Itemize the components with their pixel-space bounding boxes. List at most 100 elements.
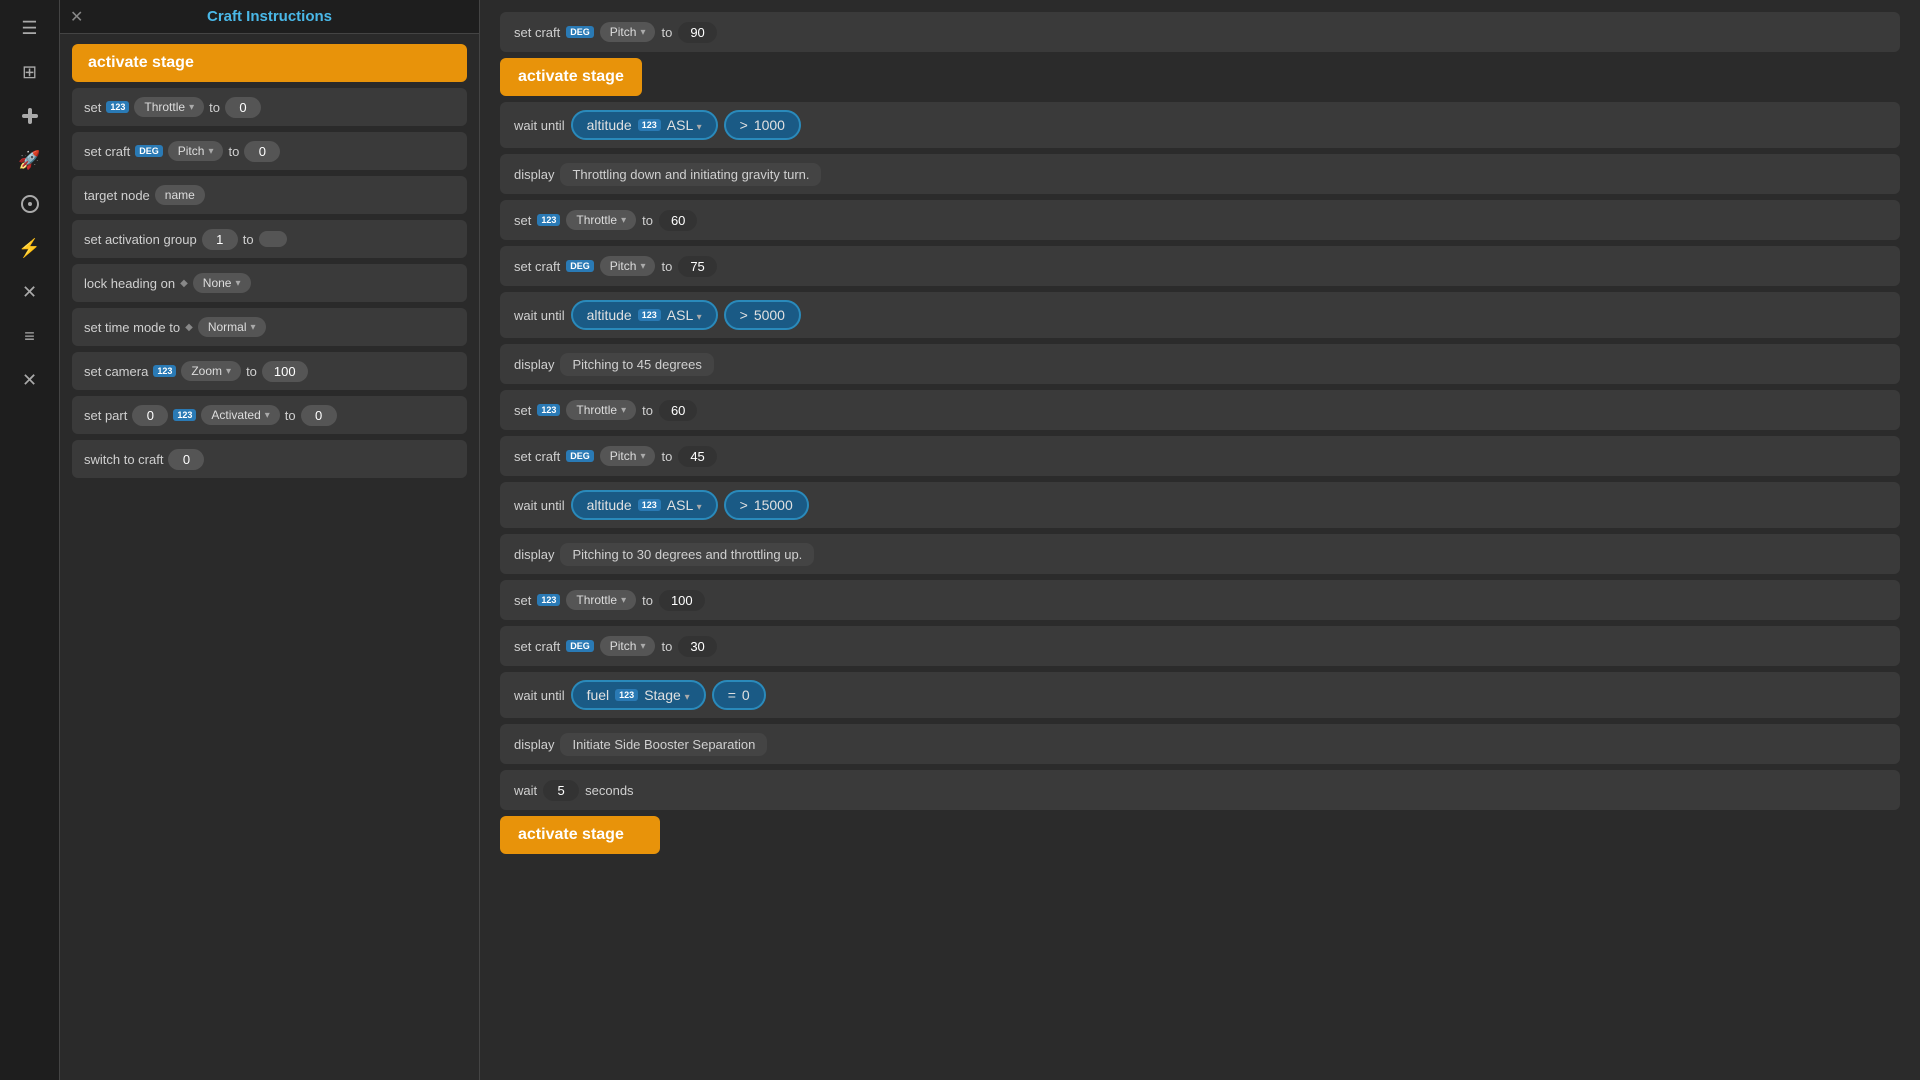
part-to: to xyxy=(285,408,296,423)
m-throttle-val2[interactable]: 60 xyxy=(659,400,697,421)
sidebar-menu-icon[interactable]: ☰ xyxy=(10,8,50,48)
activate-stage-label-main2: activate stage xyxy=(518,826,624,843)
close-button[interactable]: ✕ xyxy=(70,7,83,27)
none-pill[interactable]: None ▾ xyxy=(193,273,251,293)
m-pitch-val4[interactable]: 30 xyxy=(678,636,716,657)
m-to5: to xyxy=(661,449,672,464)
m-wait-value[interactable]: 5 xyxy=(543,780,579,801)
m-pitch-pill3[interactable]: Pitch ▾ xyxy=(600,446,656,466)
sidebar-x2-icon[interactable]: ✕ xyxy=(10,360,50,400)
eq-operator: = xyxy=(728,687,736,703)
value-fuel[interactable]: 0 xyxy=(742,687,750,703)
altitude-condition-15000[interactable]: altitude 123 ASL ▾ xyxy=(571,490,718,520)
sidebar-x-icon[interactable]: ✕ xyxy=(10,272,50,312)
to-label2: to xyxy=(228,144,239,159)
asl-badge3: 123 xyxy=(638,499,661,511)
sidebar-list-icon[interactable]: ≡ xyxy=(10,316,50,356)
part-value1[interactable]: 0 xyxy=(132,405,168,426)
time-mode-label: set time mode to xyxy=(84,320,180,335)
activation-value[interactable]: 1 xyxy=(202,229,238,250)
m-display-text3: Pitching to 30 degrees and throttling up… xyxy=(560,543,814,566)
main-activate-stage[interactable]: activate stage xyxy=(500,58,642,96)
m-deg-badge4: DEG xyxy=(566,640,594,652)
set-craft-label: set craft xyxy=(84,144,130,159)
camera-to: to xyxy=(246,364,257,379)
operator-5000[interactable]: > 5000 xyxy=(724,300,801,330)
m-set1: set xyxy=(514,213,531,228)
gt-operator1: > xyxy=(740,117,748,133)
sidebar-dial-icon[interactable] xyxy=(10,184,50,224)
m-wait-label: wait xyxy=(514,783,537,798)
value-15000[interactable]: 15000 xyxy=(754,497,793,513)
stage-param[interactable]: Stage ▾ xyxy=(644,687,690,703)
part-value2[interactable]: 0 xyxy=(301,405,337,426)
value-5000[interactable]: 5000 xyxy=(754,307,785,323)
sidebar-rocket-icon[interactable]: 🚀 xyxy=(10,140,50,180)
m-throttle-val3[interactable]: 100 xyxy=(659,590,705,611)
set-throttle-block: set 123 Throttle ▾ to 0 xyxy=(72,88,467,126)
main-display-45: display Pitching to 45 degrees xyxy=(500,344,1900,384)
normal-pill[interactable]: Normal ▾ xyxy=(198,317,266,337)
altitude-condition-5000[interactable]: altitude 123 ASL ▾ xyxy=(571,300,718,330)
name-pill[interactable]: name xyxy=(155,185,205,205)
pitch-pill[interactable]: Pitch ▾ xyxy=(168,141,224,161)
zoom-pill[interactable]: Zoom ▾ xyxy=(181,361,241,381)
gt-operator2: > xyxy=(740,307,748,323)
m-seconds-label: seconds xyxy=(585,783,633,798)
operator-fuel[interactable]: = 0 xyxy=(712,680,766,710)
switch-value[interactable]: 0 xyxy=(168,449,204,470)
main-content: set craft DEG Pitch ▾ to 90 activate sta… xyxy=(480,0,1920,1080)
main-set-throttle-60b: set 123 Throttle ▾ to 60 xyxy=(500,390,1900,430)
m-pitch-val3[interactable]: 45 xyxy=(678,446,716,467)
m-display-text4: Initiate Side Booster Separation xyxy=(560,733,767,756)
value-1000[interactable]: 1000 xyxy=(754,117,785,133)
m-pitch-pill4[interactable]: Pitch ▾ xyxy=(600,636,656,656)
operator-15000[interactable]: > 15000 xyxy=(724,490,809,520)
asl-param2[interactable]: ASL ▾ xyxy=(667,307,702,323)
operator-1000[interactable]: > 1000 xyxy=(724,110,801,140)
m-pitch-pill1[interactable]: Pitch ▾ xyxy=(600,22,656,42)
switch-label: switch to craft xyxy=(84,452,163,467)
activation-toggle[interactable] xyxy=(259,231,287,247)
set-label: set xyxy=(84,100,101,115)
activation-label: set activation group xyxy=(84,232,197,247)
asl-param3[interactable]: ASL ▾ xyxy=(667,497,702,513)
m-display-text1: Throttling down and initiating gravity t… xyxy=(560,163,821,186)
pitch-value[interactable]: 0 xyxy=(244,141,280,162)
altitude-condition-1000[interactable]: altitude 123 ASL ▾ xyxy=(571,110,718,140)
m-to6: to xyxy=(642,593,653,608)
main-activate-stage-2[interactable]: activate stage xyxy=(500,816,660,854)
zoom-value[interactable]: 100 xyxy=(262,361,308,382)
asl-badge1: 123 xyxy=(638,119,661,131)
throttle-value[interactable]: 0 xyxy=(225,97,261,118)
m-throttle-pill3[interactable]: Throttle ▾ xyxy=(566,590,636,610)
m-throttle-pill1[interactable]: Throttle ▾ xyxy=(566,210,636,230)
fuel-condition[interactable]: fuel 123 Stage ▾ xyxy=(571,680,706,710)
m-to2: to xyxy=(642,213,653,228)
m-throttle-val1[interactable]: 60 xyxy=(659,210,697,231)
throttle-pill[interactable]: Throttle ▾ xyxy=(134,97,204,117)
m-to1: to xyxy=(661,25,672,40)
main-set-pitch-75: set craft DEG Pitch ▾ to 75 xyxy=(500,246,1900,286)
switch-to-craft-block: switch to craft 0 xyxy=(72,440,467,478)
asl-param1[interactable]: ASL ▾ xyxy=(667,117,702,133)
sidebar-bolt-icon[interactable]: ⚡ xyxy=(10,228,50,268)
part-label: set part xyxy=(84,408,127,423)
main-display-30: display Pitching to 30 degrees and throt… xyxy=(500,534,1900,574)
m-pitch-pill2[interactable]: Pitch ▾ xyxy=(600,256,656,276)
sidebar-add-icon[interactable] xyxy=(10,96,50,136)
diamond-icon2: ◆ xyxy=(185,322,193,333)
sidebar-grid-icon[interactable]: ⊞ xyxy=(10,52,50,92)
m-throttle-badge3: 123 xyxy=(537,594,560,606)
activate-stage-block-left[interactable]: activate stage xyxy=(72,44,467,82)
main-set-throttle-60a: set 123 Throttle ▾ to 60 xyxy=(500,200,1900,240)
throttle-badge: 123 xyxy=(106,101,129,113)
activated-pill[interactable]: Activated ▾ xyxy=(201,405,279,425)
m-to4: to xyxy=(642,403,653,418)
m-pitch-val1[interactable]: 90 xyxy=(678,22,716,43)
main-set-pitch-45: set craft DEG Pitch ▾ to 45 xyxy=(500,436,1900,476)
m-pitch-val2[interactable]: 75 xyxy=(678,256,716,277)
m-throttle-badge2: 123 xyxy=(537,404,560,416)
m-throttle-badge1: 123 xyxy=(537,214,560,226)
m-throttle-pill2[interactable]: Throttle ▾ xyxy=(566,400,636,420)
